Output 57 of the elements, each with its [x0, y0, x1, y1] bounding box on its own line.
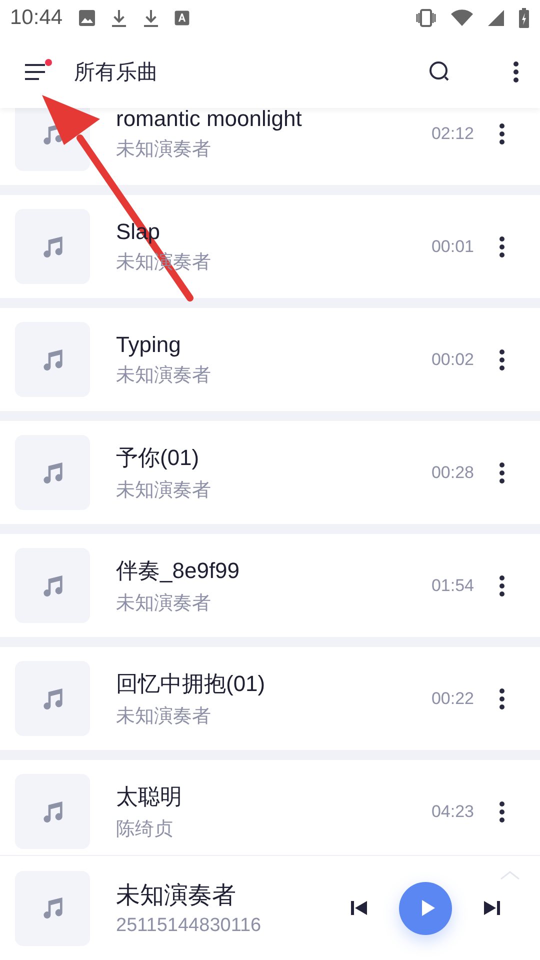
more-button[interactable]	[498, 574, 506, 598]
song-title: 太聪明	[116, 782, 183, 810]
font-icon	[172, 9, 191, 27]
song-row[interactable]: 回忆中拥抱(01) 未知演奏者 00:22	[0, 647, 540, 750]
song-duration: 02:12	[431, 124, 474, 144]
song-title: Typing	[116, 332, 182, 358]
next-icon	[482, 898, 502, 918]
now-playing-title: 未知演奏者	[116, 881, 237, 911]
more-icon	[512, 60, 520, 84]
mini-player[interactable]: 未知演奏者 25115144830116	[0, 855, 540, 960]
more-icon	[498, 574, 506, 598]
song-duration: 00:01	[431, 236, 474, 256]
song-title: 回忆中拥抱(01)	[116, 670, 266, 698]
more-icon	[498, 686, 506, 710]
more-button[interactable]	[498, 686, 506, 710]
song-artist: 未知演奏者	[116, 364, 212, 388]
more-button[interactable]	[498, 800, 506, 824]
song-row[interactable]: romantic moonlight 未知演奏者 02:12	[0, 108, 540, 185]
more-button[interactable]	[498, 460, 506, 484]
song-artist: 陈绮贞	[116, 818, 174, 842]
song-duration: 01:54	[431, 576, 474, 596]
more-button[interactable]	[498, 348, 506, 372]
more-icon	[498, 348, 506, 372]
more-button[interactable]	[498, 122, 506, 146]
page-title: 所有乐曲	[74, 60, 158, 86]
song-duration: 00:28	[431, 462, 474, 482]
previous-button[interactable]	[349, 898, 369, 918]
more-button[interactable]	[512, 60, 520, 84]
next-button[interactable]	[482, 898, 502, 918]
song-row[interactable]: 予你(01) 未知演奏者 00:28	[0, 421, 540, 524]
song-row[interactable]: Typing 未知演奏者 00:02	[0, 308, 540, 411]
song-duration: 04:23	[431, 802, 474, 822]
status-time: 10:44	[10, 6, 63, 30]
song-artist: 未知演奏者	[116, 478, 212, 502]
song-artist: 未知演奏者	[116, 138, 212, 162]
play-button[interactable]	[399, 882, 452, 934]
now-playing-subtitle: 25115144830116	[116, 915, 262, 937]
song-artist: 未知演奏者	[116, 704, 212, 728]
song-artist: 未知演奏者	[116, 592, 212, 616]
battery-icon	[518, 7, 530, 29]
song-title: 予你(01)	[116, 444, 200, 472]
more-icon	[498, 122, 506, 146]
image-icon	[76, 8, 97, 28]
song-row[interactable]: 太聪明 陈绮贞 04:23	[0, 760, 540, 855]
more-icon	[498, 800, 506, 824]
song-title: romantic moonlight	[116, 108, 303, 132]
more-icon	[498, 234, 506, 258]
previous-icon	[349, 898, 369, 918]
more-button[interactable]	[498, 234, 506, 258]
signal-icon	[486, 8, 506, 28]
song-duration: 00:22	[431, 688, 474, 708]
song-title: 伴奏_8e9f99	[116, 556, 241, 584]
song-duration: 00:02	[431, 350, 474, 370]
more-icon	[498, 460, 506, 484]
song-row[interactable]: 伴奏_8e9f99 未知演奏者 01:54	[0, 534, 540, 637]
vibrate-icon	[414, 8, 438, 28]
wifi-icon	[450, 8, 474, 28]
